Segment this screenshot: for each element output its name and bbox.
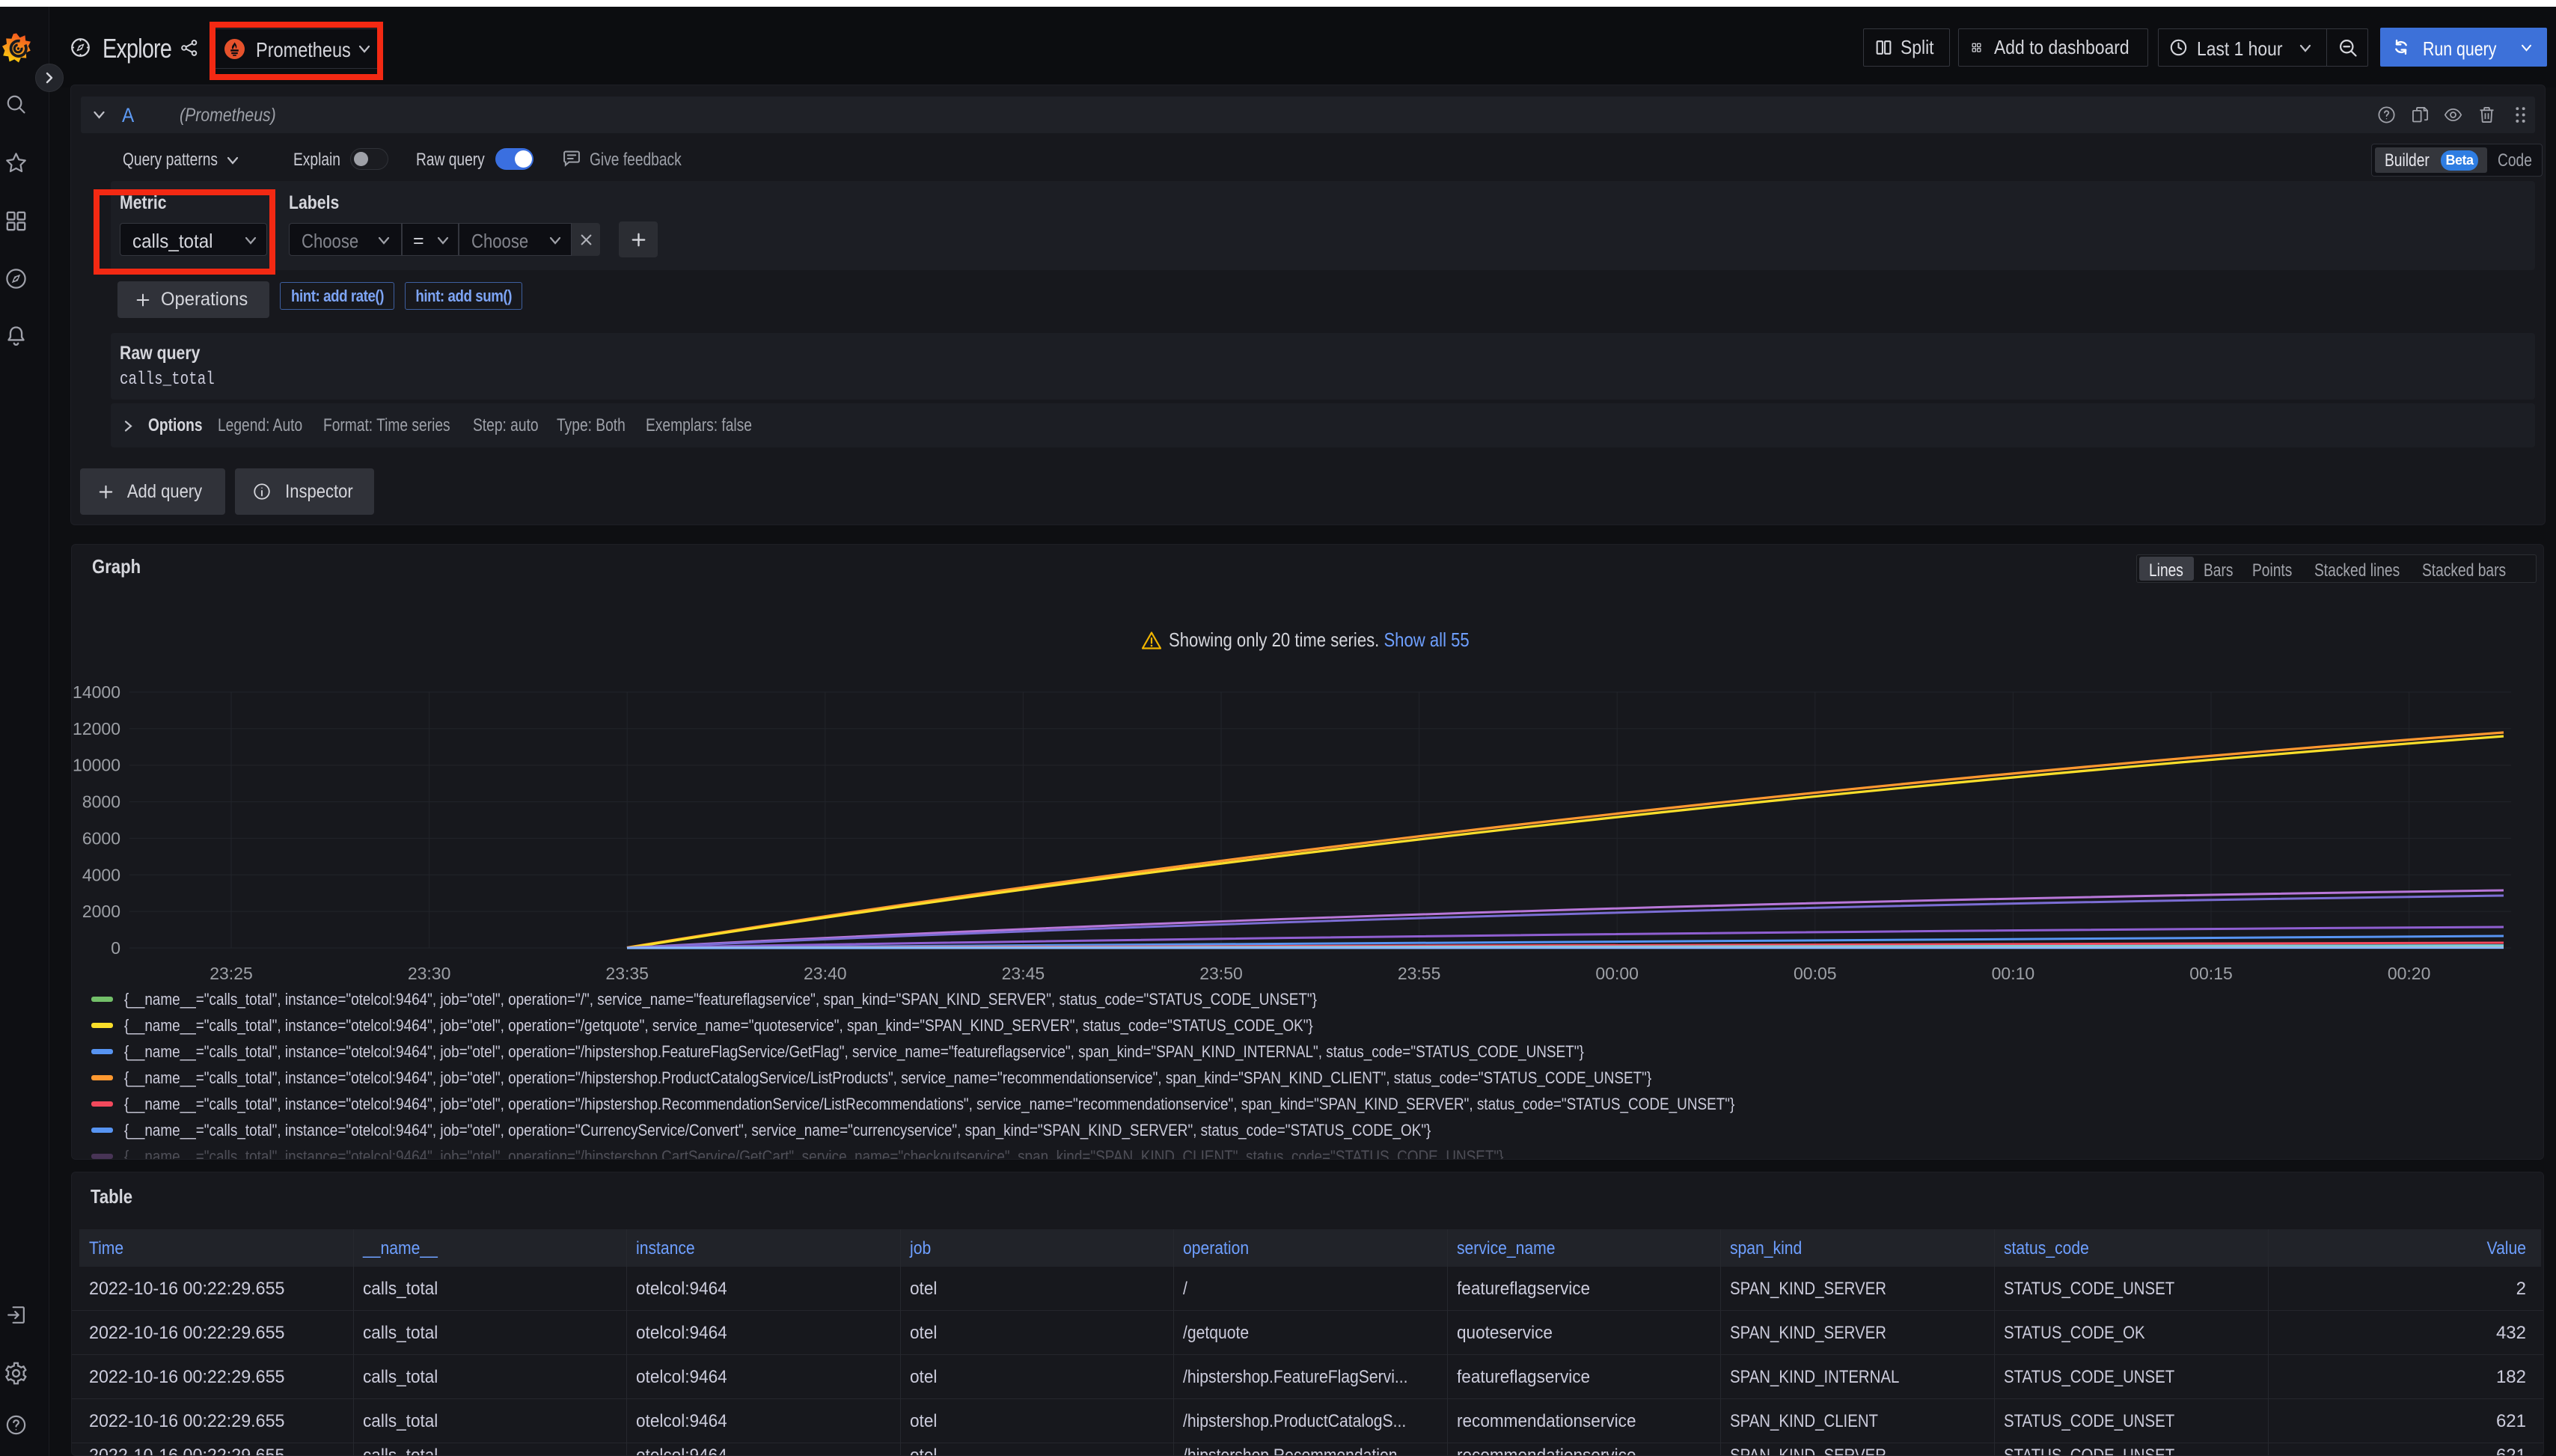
svg-text:23:25: 23:25 (210, 964, 253, 983)
svg-text:00:10: 00:10 (1992, 964, 2035, 983)
svg-text:00:15: 00:15 (2189, 964, 2233, 983)
svg-text:00:05: 00:05 (1794, 964, 1837, 983)
svg-text:23:55: 23:55 (1398, 964, 1441, 983)
svg-text:23:45: 23:45 (1002, 964, 1045, 983)
svg-text:00:20: 00:20 (2388, 964, 2431, 983)
svg-text:0: 0 (111, 938, 120, 958)
svg-text:6000: 6000 (82, 828, 120, 848)
svg-text:14000: 14000 (73, 682, 120, 702)
svg-text:23:50: 23:50 (1199, 964, 1243, 983)
svg-text:00:00: 00:00 (1595, 964, 1639, 983)
svg-text:10000: 10000 (73, 756, 120, 775)
svg-text:23:35: 23:35 (605, 964, 649, 983)
svg-text:8000: 8000 (82, 792, 120, 812)
svg-text:4000: 4000 (82, 865, 120, 884)
svg-text:23:30: 23:30 (408, 964, 451, 983)
svg-text:12000: 12000 (73, 719, 120, 738)
svg-text:2000: 2000 (82, 902, 120, 921)
svg-text:23:40: 23:40 (804, 964, 847, 983)
